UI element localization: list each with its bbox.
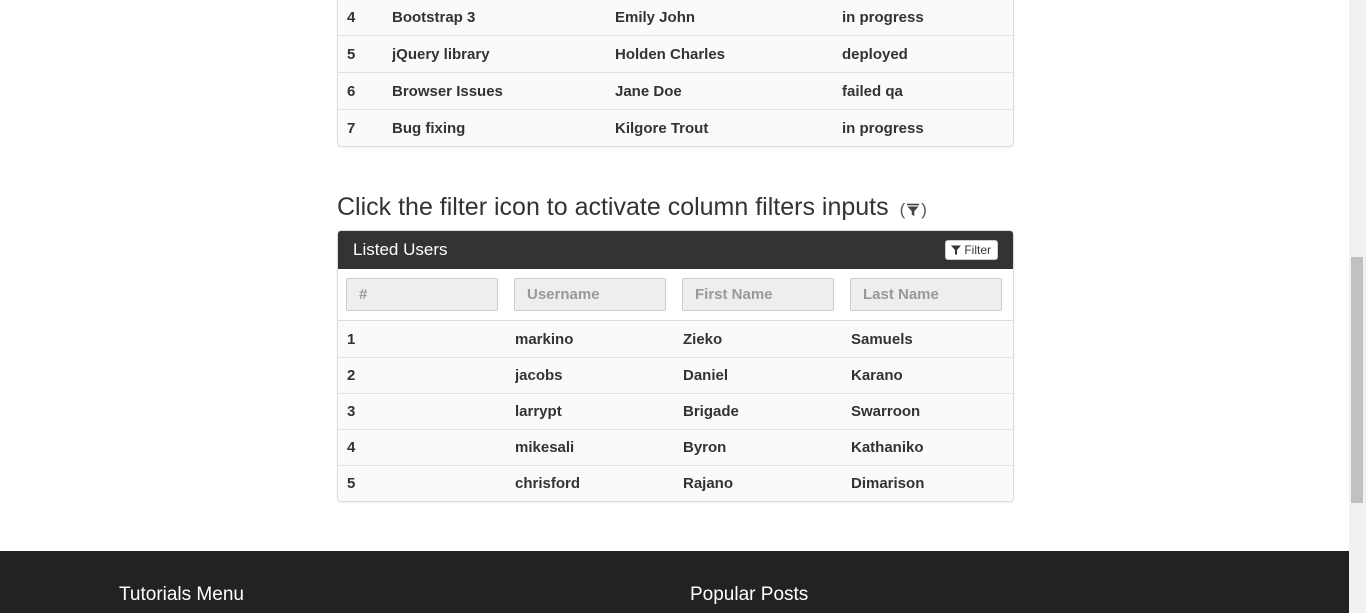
footer-heading-tutorials: Tutorials Menu [119, 584, 244, 605]
user-last-name: Karano [851, 367, 903, 384]
row-assignee: Kilgore Trout [615, 119, 709, 137]
filter-input-first-name[interactable] [682, 278, 834, 311]
row-assignee: Jane Doe [615, 82, 682, 100]
user-last-name: Kathaniko [851, 439, 924, 456]
filter-input-id[interactable] [346, 278, 498, 311]
row-id: 6 [347, 82, 356, 100]
user-id: 3 [347, 403, 356, 420]
footer-heading-popular-posts: Popular Posts [690, 584, 809, 605]
filter-inputs-row [338, 269, 1013, 321]
table-row: 6 Browser Issues Jane Doe failed qa [338, 72, 1013, 109]
table-row: 4 mikesali Byron Kathaniko [338, 429, 1013, 465]
table-row: 2 jacobs Daniel Karano [338, 357, 1013, 393]
user-username: larrypt [515, 403, 562, 420]
listed-users-panel: Listed Users Filter 1 markino Zieko Samu… [337, 230, 1014, 502]
user-id: 5 [347, 475, 356, 492]
row-project: Bug fixing [392, 119, 466, 137]
user-last-name: Dimarison [851, 475, 925, 492]
user-id: 1 [347, 330, 356, 348]
table-row: 5 chrisford Rajano Dimarison [338, 465, 1013, 501]
hint-paren-open: ( [899, 200, 906, 219]
table-row: 3 larrypt Brigade Swarroon [338, 393, 1013, 429]
user-first-name: Daniel [683, 367, 729, 384]
table-row: 1 markino Zieko Samuels [338, 321, 1013, 357]
user-id: 2 [347, 367, 356, 384]
site-footer: Tutorials Menu Popular Posts [0, 551, 1349, 613]
users-table-body: 1 markino Zieko Samuels 2 jacobs Daniel … [338, 321, 1013, 501]
row-status: in progress [842, 119, 924, 137]
vertical-scrollbar[interactable] [1349, 0, 1366, 613]
row-status: deployed [842, 45, 908, 63]
filter-button-label: Filter [964, 243, 991, 257]
user-first-name: Rajano [683, 475, 734, 492]
filter-input-last-name[interactable] [850, 278, 1002, 311]
user-username: jacobs [515, 367, 563, 384]
row-assignee: Holden Charles [615, 45, 726, 63]
user-id: 4 [347, 439, 356, 456]
user-first-name: Byron [683, 439, 727, 456]
table-row: 5 jQuery library Holden Charles deployed [338, 35, 1013, 72]
page: 4 Bootstrap 3 Emily John in progress 5 j… [0, 0, 1366, 613]
scrollbar-thumb[interactable] [1351, 257, 1363, 503]
panel-title: Listed Users [353, 240, 448, 259]
filter-button[interactable]: Filter [945, 240, 998, 260]
filter-icon [951, 245, 962, 255]
table-row: 4 Bootstrap 3 Emily John in progress [338, 0, 1013, 35]
user-last-name: Swarroon [851, 403, 921, 420]
row-id: 5 [347, 45, 356, 63]
hint-paren-close: ) [921, 200, 927, 219]
row-project: Browser Issues [392, 82, 503, 100]
filter-section-heading: Click the filter icon to activate column… [337, 190, 927, 227]
row-id: 7 [347, 119, 356, 137]
row-id: 4 [347, 8, 356, 26]
row-project: jQuery library [392, 45, 490, 63]
row-status: in progress [842, 8, 924, 26]
filter-icon [907, 203, 920, 216]
projects-table: 4 Bootstrap 3 Emily John in progress 5 j… [337, 0, 1014, 147]
row-status: failed qa [842, 82, 903, 100]
user-first-name: Brigade [683, 403, 739, 420]
user-username: chrisford [515, 475, 581, 492]
table-row: 7 Bug fixing Kilgore Trout in progress [338, 109, 1013, 146]
user-last-name: Samuels [851, 330, 913, 348]
filter-input-username[interactable] [514, 278, 666, 311]
filter-section-heading-text: Click the filter icon to activate column… [337, 193, 889, 221]
panel-header: Listed Users Filter [338, 231, 1013, 269]
row-assignee: Emily John [615, 8, 696, 26]
filter-hint: ( ) [900, 193, 927, 227]
user-username: mikesali [515, 439, 575, 456]
row-project: Bootstrap 3 [392, 8, 476, 26]
user-username: markino [515, 330, 574, 348]
user-first-name: Zieko [683, 330, 723, 348]
